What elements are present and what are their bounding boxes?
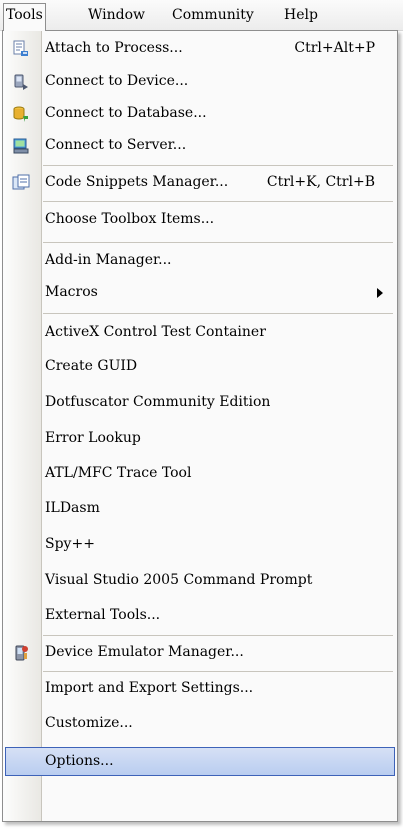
menu-item-activex-control-test-container[interactable]: ActiveX Control Test Container [5, 318, 395, 347]
menu-item-label: Spy++ [45, 536, 95, 552]
menu-tools[interactable]: Tools [3, 3, 46, 31]
menu-item-label: ATL/MFC Trace Tool [45, 465, 192, 481]
menu-item-label: Options... [45, 753, 114, 769]
menu-item-connect-to-database[interactable]: Connect to Database... [5, 99, 395, 128]
menu-item-label: Add-in Manager... [45, 252, 172, 268]
menu-item-label: Connect to Server... [45, 137, 187, 153]
menu-window[interactable]: Window [86, 4, 147, 26]
menu-item-create-guid[interactable]: Create GUID [5, 352, 395, 381]
menu-item-label: Choose Toolbox Items... [45, 211, 215, 227]
database-icon [13, 106, 28, 122]
menu-help[interactable]: Help [282, 4, 320, 26]
device-icon [14, 74, 28, 90]
menu-item-label: ActiveX Control Test Container [45, 324, 266, 340]
emulator-icon [15, 645, 28, 661]
server-icon [13, 138, 29, 154]
menu-separator [43, 165, 393, 166]
menu-bar: Tools Window Community Help [0, 0, 403, 31]
menu-item-dotfuscator[interactable]: Dotfuscator Community Edition [5, 388, 395, 417]
menu-item-label: External Tools... [45, 607, 161, 623]
tools-dropdown-menu: Attach to Process... Ctrl+Alt+P Connect … [2, 30, 398, 822]
menu-community-label: Community [172, 7, 254, 23]
menu-item-label: Visual Studio 2005 Command Prompt [45, 572, 313, 588]
menu-community[interactable]: Community [170, 4, 256, 26]
submenu-arrow-icon [377, 288, 383, 298]
menu-separator [43, 313, 393, 314]
menu-item-external-tools[interactable]: External Tools... [5, 601, 395, 630]
menu-item-import-export-settings[interactable]: Import and Export Settings... [5, 674, 395, 703]
menu-item-shortcut: Ctrl+K, Ctrl+B [266, 174, 375, 190]
menu-item-shortcut: Ctrl+Alt+P [294, 40, 375, 56]
menu-item-label: Code Snippets Manager... [45, 174, 229, 190]
menu-item-label: Connect to Device... [45, 73, 189, 89]
menu-separator [43, 671, 393, 672]
menu-item-label: Macros [45, 284, 98, 300]
menu-item-device-emulator-manager[interactable]: Device Emulator Manager... [5, 638, 395, 667]
menu-separator [43, 201, 393, 202]
menu-item-label: Device Emulator Manager... [45, 644, 244, 660]
menu-item-label: Attach to Process... [45, 40, 183, 56]
menu-item-label: ILDasm [45, 500, 100, 516]
menu-item-spy[interactable]: Spy++ [5, 530, 395, 559]
menu-item-addin-manager[interactable]: Add-in Manager... [5, 246, 395, 275]
menu-item-label: Import and Export Settings... [45, 680, 254, 696]
menu-separator [43, 242, 393, 243]
menu-item-vs2005-command-prompt[interactable]: Visual Studio 2005 Command Prompt [5, 566, 395, 595]
menu-help-label: Help [284, 7, 318, 23]
menu-item-connect-to-server[interactable]: Connect to Server... [5, 131, 395, 160]
snippets-icon [12, 174, 30, 190]
menu-item-error-lookup[interactable]: Error Lookup [5, 424, 395, 453]
menu-item-options[interactable]: Options... [5, 747, 395, 776]
menu-item-code-snippets-manager[interactable]: Code Snippets Manager... Ctrl+K, Ctrl+B [5, 168, 395, 197]
attach-process-icon [13, 40, 28, 56]
menu-item-choose-toolbox-items[interactable]: Choose Toolbox Items... [5, 205, 395, 234]
menu-item-label: Create GUID [45, 358, 138, 374]
menu-separator [43, 635, 393, 636]
menu-item-macros[interactable]: Macros [5, 278, 395, 307]
menu-item-label: Dotfuscator Community Edition [45, 394, 271, 410]
menu-window-label: Window [88, 7, 146, 23]
menu-item-customize[interactable]: Customize... [5, 709, 395, 738]
menu-item-label: Connect to Database... [45, 105, 207, 121]
menu-item-connect-to-device[interactable]: Connect to Device... [5, 67, 395, 96]
menu-item-attach-to-process[interactable]: Attach to Process... Ctrl+Alt+P [5, 34, 395, 63]
menu-item-ildasm[interactable]: ILDasm [5, 494, 395, 523]
menu-item-label: Error Lookup [45, 430, 141, 446]
menu-item-label: Customize... [45, 715, 133, 731]
menu-item-atl-mfc-trace-tool[interactable]: ATL/MFC Trace Tool [5, 459, 395, 488]
menu-tools-label: Tools [6, 7, 43, 23]
